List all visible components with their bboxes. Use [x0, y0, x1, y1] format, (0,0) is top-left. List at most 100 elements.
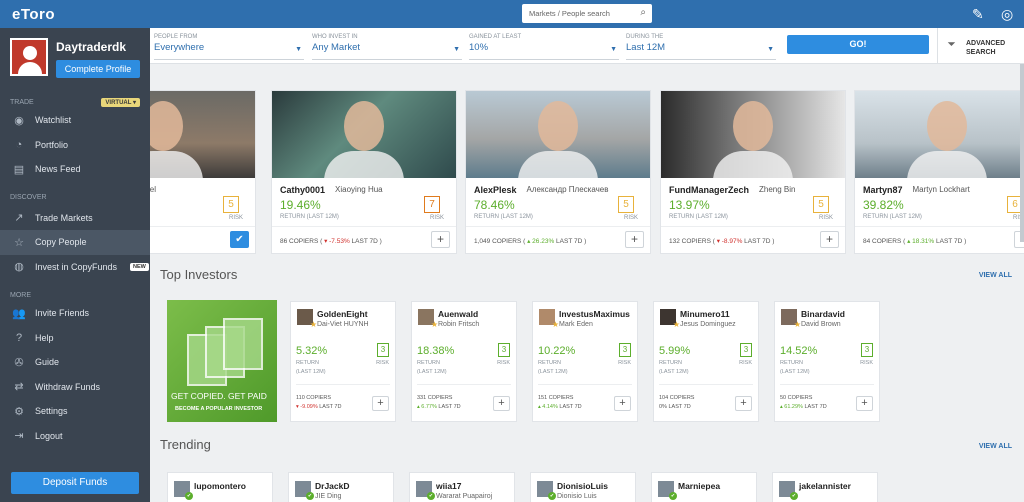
copy-add-button[interactable]: + — [431, 231, 450, 248]
during-filter[interactable]: DURING THE Last 12M ▼ — [626, 34, 776, 60]
copied-check-button[interactable]: ✔ — [230, 231, 249, 248]
sidebar-item-invite-friends[interactable]: 👥 Invite Friends — [0, 301, 150, 326]
investor-return: 5.32% — [296, 345, 328, 357]
investor-card[interactable]: ★ Binardavid David Brown 14.52% RETURN (LAST … — [774, 301, 880, 422]
trending-avatar[interactable]: ✔ — [537, 481, 556, 500]
trending-avatar[interactable]: ✔ — [174, 481, 193, 500]
copy-add-button[interactable]: + — [493, 396, 510, 411]
copy-add-button[interactable]: + — [625, 231, 644, 248]
trader-photo[interactable] — [661, 91, 845, 178]
investor-card[interactable]: ★ InvestusMaximus Mark Eden 10.22% RETURN (LA… — [532, 301, 638, 422]
sidebar-item-withdraw-funds[interactable]: ⇄ Withdraw Funds — [0, 375, 150, 400]
return-label-line2: (LAST 12M) — [296, 369, 326, 375]
popular-investor-promo[interactable]: GET COPIED. GET PAID BECOME A POPULAR IN… — [167, 300, 277, 422]
investor-card[interactable]: ★ GoldenEight Dai-Viet HUYNH 5.32% RETURN (LA… — [290, 301, 396, 422]
trending-card[interactable]: ✔ lupomontero — [167, 472, 273, 502]
investor-avatar[interactable]: ★ — [297, 309, 317, 329]
trending-username[interactable]: Marniepea — [678, 481, 720, 491]
copy-add-button[interactable]: + — [372, 396, 389, 411]
featured-trader-card[interactable]: Cathy0001 Xiaoying Hua 19.46% RETURN (LAST … — [271, 90, 457, 254]
trending-card[interactable]: ✔ jakelannister — [772, 472, 878, 502]
sidebar-item-news-feed[interactable]: ▤ News Feed — [0, 157, 150, 182]
investor-card[interactable]: ★ Auenwald Robin Fritsch 18.38% RETURN (LAST … — [411, 301, 517, 422]
deposit-funds-button[interactable]: Deposit Funds — [11, 472, 139, 494]
trader-username[interactable]: FundManagerZech — [669, 185, 749, 195]
trending-username[interactable]: DionisioLuis — [557, 481, 608, 491]
trader-return: 78.46% — [474, 198, 515, 212]
scrollbar[interactable] — [1020, 64, 1024, 242]
risk-label: RISK — [376, 360, 389, 366]
risk-label: RISK — [818, 215, 833, 221]
investor-username[interactable]: Auenwald — [438, 309, 478, 319]
who-invest-filter[interactable]: WHO INVEST IN Any Market ▼ — [312, 34, 462, 60]
trending-card[interactable]: ✔ DionisioLuis Dionisio Luis — [530, 472, 636, 502]
risk-score: 5 — [223, 196, 239, 213]
complete-profile-button[interactable]: Complete Profile — [56, 60, 140, 78]
trending-card[interactable]: ✔ DrJackD JIE Ding — [288, 472, 394, 502]
trader-username[interactable]: AlexPlesk — [474, 185, 517, 195]
copiers-stat: 151 COPIERS ▴ 4.14% LAST 7D — [538, 394, 582, 412]
investor-avatar[interactable]: ★ — [781, 309, 801, 329]
people-from-filter[interactable]: PEOPLE FROM Everywhere ▼ — [154, 34, 304, 60]
investor-avatar[interactable]: ★ — [539, 309, 559, 329]
investor-username[interactable]: InvestusMaximus — [559, 309, 630, 319]
etoro-logo[interactable]: eToro — [12, 6, 55, 23]
trader-photo[interactable] — [466, 91, 650, 178]
sidebar-item-guide[interactable]: ✇ Guide — [0, 350, 150, 375]
sidebar-item-logout[interactable]: ⇥ Logout — [0, 424, 150, 449]
virtual-mode-dropdown[interactable]: VIRTUAL ▾ — [101, 97, 140, 107]
copy-add-button[interactable]: + — [735, 396, 752, 411]
copiers-period: LAST 7D — [438, 404, 461, 410]
investor-avatar[interactable]: ★ — [660, 309, 680, 329]
investor-username[interactable]: GoldenEight — [317, 309, 368, 319]
trending-username[interactable]: jakelannister — [799, 481, 851, 491]
avatar[interactable] — [10, 38, 48, 76]
advanced-search-button[interactable]: ⏷ ADVANCED SEARCH — [937, 28, 1024, 64]
sidebar-item-portfolio[interactable]: ◔ Portfolio — [0, 133, 150, 158]
trending-username[interactable]: wiia17 — [436, 481, 462, 491]
trader-username[interactable]: Cathy0001 — [280, 185, 325, 195]
trader-photo[interactable] — [855, 91, 1024, 178]
trending-username[interactable]: DrJackD — [315, 481, 350, 491]
trending-username[interactable]: lupomontero — [194, 481, 246, 491]
trader-username[interactable]: Martyn87 — [863, 185, 903, 195]
copy-add-button[interactable]: + — [856, 396, 873, 411]
investor-avatar[interactable]: ★ — [418, 309, 438, 329]
search-icon[interactable]: ⌕ — [640, 7, 646, 18]
sidebar-item-watchlist[interactable]: ◉ Watchlist — [0, 108, 150, 133]
investor-card[interactable]: ★ Minumero11 Jesus Dominguez 5.99% RETURN (LA… — [653, 301, 759, 422]
copiers-stat: 84 COPIERS ( ▴ 18.31% LAST 7D ) — [863, 237, 966, 245]
sidebar-item-invest-in-copyfunds[interactable]: ◍ Invest in CopyFunds NEW — [0, 255, 150, 280]
trending-card[interactable]: ✔ Marniepea — [651, 472, 757, 502]
investor-username[interactable]: Binardavid — [801, 309, 845, 319]
trader-photo[interactable] — [150, 91, 255, 178]
featured-trader-card[interactable]: Martyn87 Martyn Lockhart 39.82% RETURN (LAS… — [854, 90, 1024, 254]
search-input[interactable]: Markets / People search ⌕ — [522, 4, 652, 23]
trending-avatar[interactable]: ✔ — [779, 481, 798, 500]
trending-avatar[interactable]: ✔ — [416, 481, 435, 500]
copy-add-button[interactable]: + — [614, 396, 631, 411]
trending-avatar[interactable]: ✔ — [295, 481, 314, 500]
featured-trader-card[interactable]: FundManagerZech Zheng Bin 13.97% RETURN (LA… — [660, 90, 846, 254]
gained-filter[interactable]: GAINED AT LEAST 10% ▼ — [469, 34, 619, 60]
pencil-icon[interactable]: ✎ — [972, 6, 984, 23]
trader-photo[interactable] — [272, 91, 456, 178]
featured-trader-card[interactable]: Jan Morten Tøndel5RISKLAST 7D )✔ — [150, 90, 256, 254]
sidebar-item-trade-markets[interactable]: ↗ Trade Markets — [0, 206, 150, 231]
copy-add-button[interactable]: + — [820, 231, 839, 248]
top-investors-view-all-link[interactable]: VIEW ALL — [979, 272, 1012, 279]
username[interactable]: Daytraderdk — [56, 40, 140, 54]
trending-avatar[interactable]: ✔ — [658, 481, 677, 500]
notifications-icon[interactable]: ◎ — [1001, 6, 1013, 23]
sidebar-item-copy-people[interactable]: ☆ Copy People — [0, 230, 150, 255]
trending-card[interactable]: ✔ wiia17 Wararat Puapairoj — [409, 472, 515, 502]
investor-username[interactable]: Minumero11 — [680, 309, 730, 319]
go-button[interactable]: GO! — [787, 35, 929, 54]
trending-view-all-link[interactable]: VIEW ALL — [979, 443, 1012, 450]
featured-trader-card[interactable]: AlexPlesk Александр Плескачев 78.46% RETURN… — [465, 90, 651, 254]
sidebar-item-help[interactable]: ? Help — [0, 326, 150, 351]
return-label-line1: RETURN — [659, 360, 682, 366]
sidebar-item-settings[interactable]: ⚙ Settings — [0, 399, 150, 424]
return-label-line2: (LAST 12M) — [780, 369, 810, 375]
return-label: RETURN (LAST 12M) — [669, 214, 728, 220]
